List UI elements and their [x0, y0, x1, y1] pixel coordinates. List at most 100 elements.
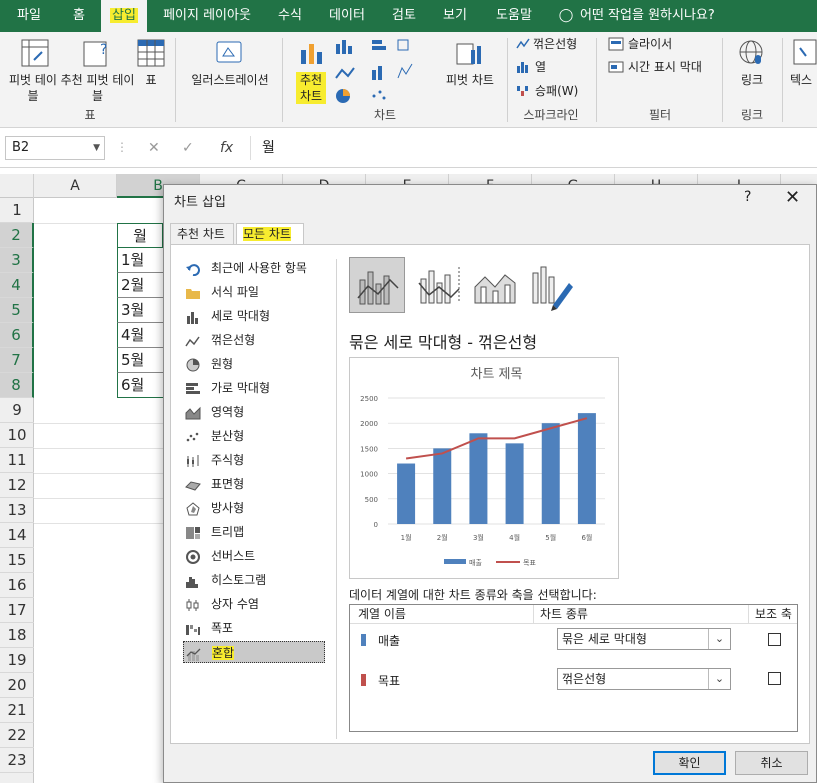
sparkline-line-button[interactable]: 꺾은선형 — [533, 36, 577, 52]
row-header-22[interactable]: 22 — [0, 723, 34, 748]
chart-type-item[interactable]: 선버스트 — [185, 545, 255, 567]
pivot-table-button[interactable]: 피벗 테이블 — [5, 72, 61, 104]
row-header-18[interactable]: 18 — [0, 623, 34, 648]
row-header-11[interactable]: 11 — [0, 448, 34, 473]
name-box[interactable]: B2 ▼ — [5, 136, 105, 160]
tab-data[interactable]: 데이터 — [320, 0, 374, 32]
sparkline-winloss-button[interactable]: 승패(W) — [535, 83, 578, 99]
chart-type-item[interactable]: 표면형 — [185, 473, 244, 495]
row-header-15[interactable]: 15 — [0, 548, 34, 573]
tab-formulas[interactable]: 수식 — [268, 0, 312, 32]
row-header-12[interactable]: 12 — [0, 473, 34, 498]
tab-home[interactable]: 홈 — [60, 0, 98, 32]
cancel-button[interactable]: 취소 — [735, 751, 808, 775]
tab-page-layout[interactable]: 페이지 레이아웃 — [154, 0, 260, 32]
insert-function-icon[interactable]: fx — [220, 136, 233, 160]
row-header-16[interactable]: 16 — [0, 573, 34, 598]
column-header-a[interactable]: A — [34, 174, 117, 198]
drag-handle-icon[interactable]: ⋮ — [116, 140, 128, 154]
row-header-21[interactable]: 21 — [0, 698, 34, 723]
row-header-4[interactable]: 4 — [0, 273, 34, 298]
row-header-20[interactable]: 20 — [0, 673, 34, 698]
slicer-button[interactable]: 슬라이서 — [628, 36, 672, 52]
row-header-23[interactable]: 23 — [0, 748, 34, 773]
chart-type-gallery-icons[interactable] — [334, 38, 424, 108]
recommended-pivot-button[interactable]: 추천 피벗 테이블 — [60, 72, 135, 104]
tab-file[interactable]: 파일 — [5, 0, 53, 32]
row-header-5[interactable]: 5 — [0, 298, 34, 323]
chart-type-item[interactable]: 원형 — [185, 353, 233, 375]
chart-type-item[interactable]: 가로 막대형 — [185, 377, 270, 399]
chevron-down-icon[interactable]: ⌄ — [708, 629, 730, 649]
table-button[interactable]: 표 — [135, 72, 167, 88]
tab-insert[interactable]: 삽입 — [101, 0, 147, 32]
subtype-column-line-secondary[interactable] — [411, 257, 467, 313]
chart-type-item[interactable]: 최근에 사용한 항목 — [185, 257, 307, 279]
sparkline-column-button[interactable]: 열 — [535, 59, 546, 75]
chart-type-item[interactable]: 꺾은선형 — [185, 329, 255, 351]
cell-b5[interactable]: 3월 — [117, 298, 163, 323]
close-icon[interactable]: ✕ — [785, 187, 800, 208]
formula-input[interactable]: 월 — [262, 136, 275, 160]
enter-icon[interactable]: ✓ — [182, 136, 194, 160]
row-header-10[interactable]: 10 — [0, 423, 34, 448]
subtype-custom-combination[interactable] — [523, 257, 579, 313]
row-header-13[interactable]: 13 — [0, 498, 34, 523]
chart-type-item[interactable]: 서식 파일 — [185, 281, 259, 303]
series-2-secondary-axis-checkbox[interactable] — [768, 672, 781, 685]
text-button[interactable]: 텍스 — [790, 72, 817, 88]
chart-type-item[interactable]: 히스토그램 — [185, 569, 266, 591]
row-header-8[interactable]: 8 — [0, 373, 34, 398]
row-header-7[interactable]: 7 — [0, 348, 34, 373]
tab-all-charts[interactable]: 모든 차트 — [236, 223, 304, 245]
tab-view[interactable]: 보기 — [434, 0, 476, 32]
recommended-charts-button[interactable]: 추천 차트 — [296, 72, 326, 104]
tab-recommended-charts[interactable]: 추천 차트 — [170, 223, 234, 245]
link-icon — [739, 40, 763, 64]
chevron-down-icon[interactable]: ▼ — [93, 137, 100, 159]
chart-type-item[interactable]: 폭포 — [185, 617, 233, 639]
series-2-chart-type-select[interactable]: 꺾은선형 ⌄ — [557, 668, 731, 690]
chart-type-item[interactable]: 방사형 — [185, 497, 244, 519]
row-header-3[interactable]: 3 — [0, 248, 34, 273]
chart-type-item[interactable]: 주식형 — [185, 449, 244, 471]
row-header-9[interactable]: 9 — [0, 398, 34, 423]
row-header-17[interactable]: 17 — [0, 598, 34, 623]
tab-review[interactable]: 검토 — [383, 0, 425, 32]
chart-type-item[interactable]: 영역형 — [185, 401, 244, 423]
cell-b7[interactable]: 5월 — [117, 348, 163, 373]
chart-type-item[interactable]: 분산형 — [185, 425, 244, 447]
cell-b4[interactable]: 2월 — [117, 273, 163, 298]
row-header-19[interactable]: 19 — [0, 648, 34, 673]
cell-b2[interactable]: 월 — [117, 223, 163, 248]
link-button[interactable]: 링크 — [732, 72, 772, 88]
chart-preview[interactable]: 차트 제목 0 500 1000 1500 2000 2500 1월 2월 3월 4월 5월 6월 매출 목… — [349, 357, 619, 579]
pivot-chart-button[interactable]: 피벗 차트 — [438, 72, 502, 88]
series-1-chart-type-select[interactable]: 묶은 세로 막대형 ⌄ — [557, 628, 731, 650]
tell-me-box[interactable]: 어떤 작업을 원하시나요? — [580, 0, 730, 32]
svg-text:?: ? — [100, 42, 107, 58]
row-header-1[interactable]: 1 — [0, 198, 34, 223]
cell-b6[interactable]: 4월 — [117, 323, 163, 348]
cell-b8[interactable]: 6월 — [117, 373, 163, 398]
tab-help[interactable]: 도움말 — [485, 0, 543, 32]
row-header-14[interactable]: 14 — [0, 523, 34, 548]
cell-b3[interactable]: 1월 — [117, 248, 163, 273]
ok-button[interactable]: 확인 — [653, 751, 726, 775]
timeline-button[interactable]: 시간 표시 막대 — [628, 59, 702, 75]
row-header-2[interactable]: 2 — [0, 223, 34, 248]
chevron-down-icon[interactable]: ⌄ — [708, 669, 730, 689]
chart-type-item[interactable]: 세로 막대형 — [185, 305, 270, 327]
chart-type-item[interactable]: 혼합 — [183, 641, 325, 663]
subtype-stacked-area-column[interactable] — [467, 257, 523, 313]
cancel-icon[interactable]: ✕ — [148, 136, 160, 160]
row-header-6[interactable]: 6 — [0, 323, 34, 348]
pivot-chart-icon — [456, 43, 481, 65]
chart-type-item[interactable]: 상자 수염 — [185, 593, 259, 615]
chart-type-item[interactable]: 트리맵 — [185, 521, 244, 543]
help-button[interactable]: ? — [744, 189, 751, 205]
series-1-secondary-axis-checkbox[interactable] — [768, 633, 781, 646]
subtype-clustered-column-line[interactable] — [349, 257, 405, 313]
illustrations-button[interactable]: 일러스트레이션 — [186, 72, 274, 88]
select-all-corner[interactable] — [0, 174, 34, 198]
